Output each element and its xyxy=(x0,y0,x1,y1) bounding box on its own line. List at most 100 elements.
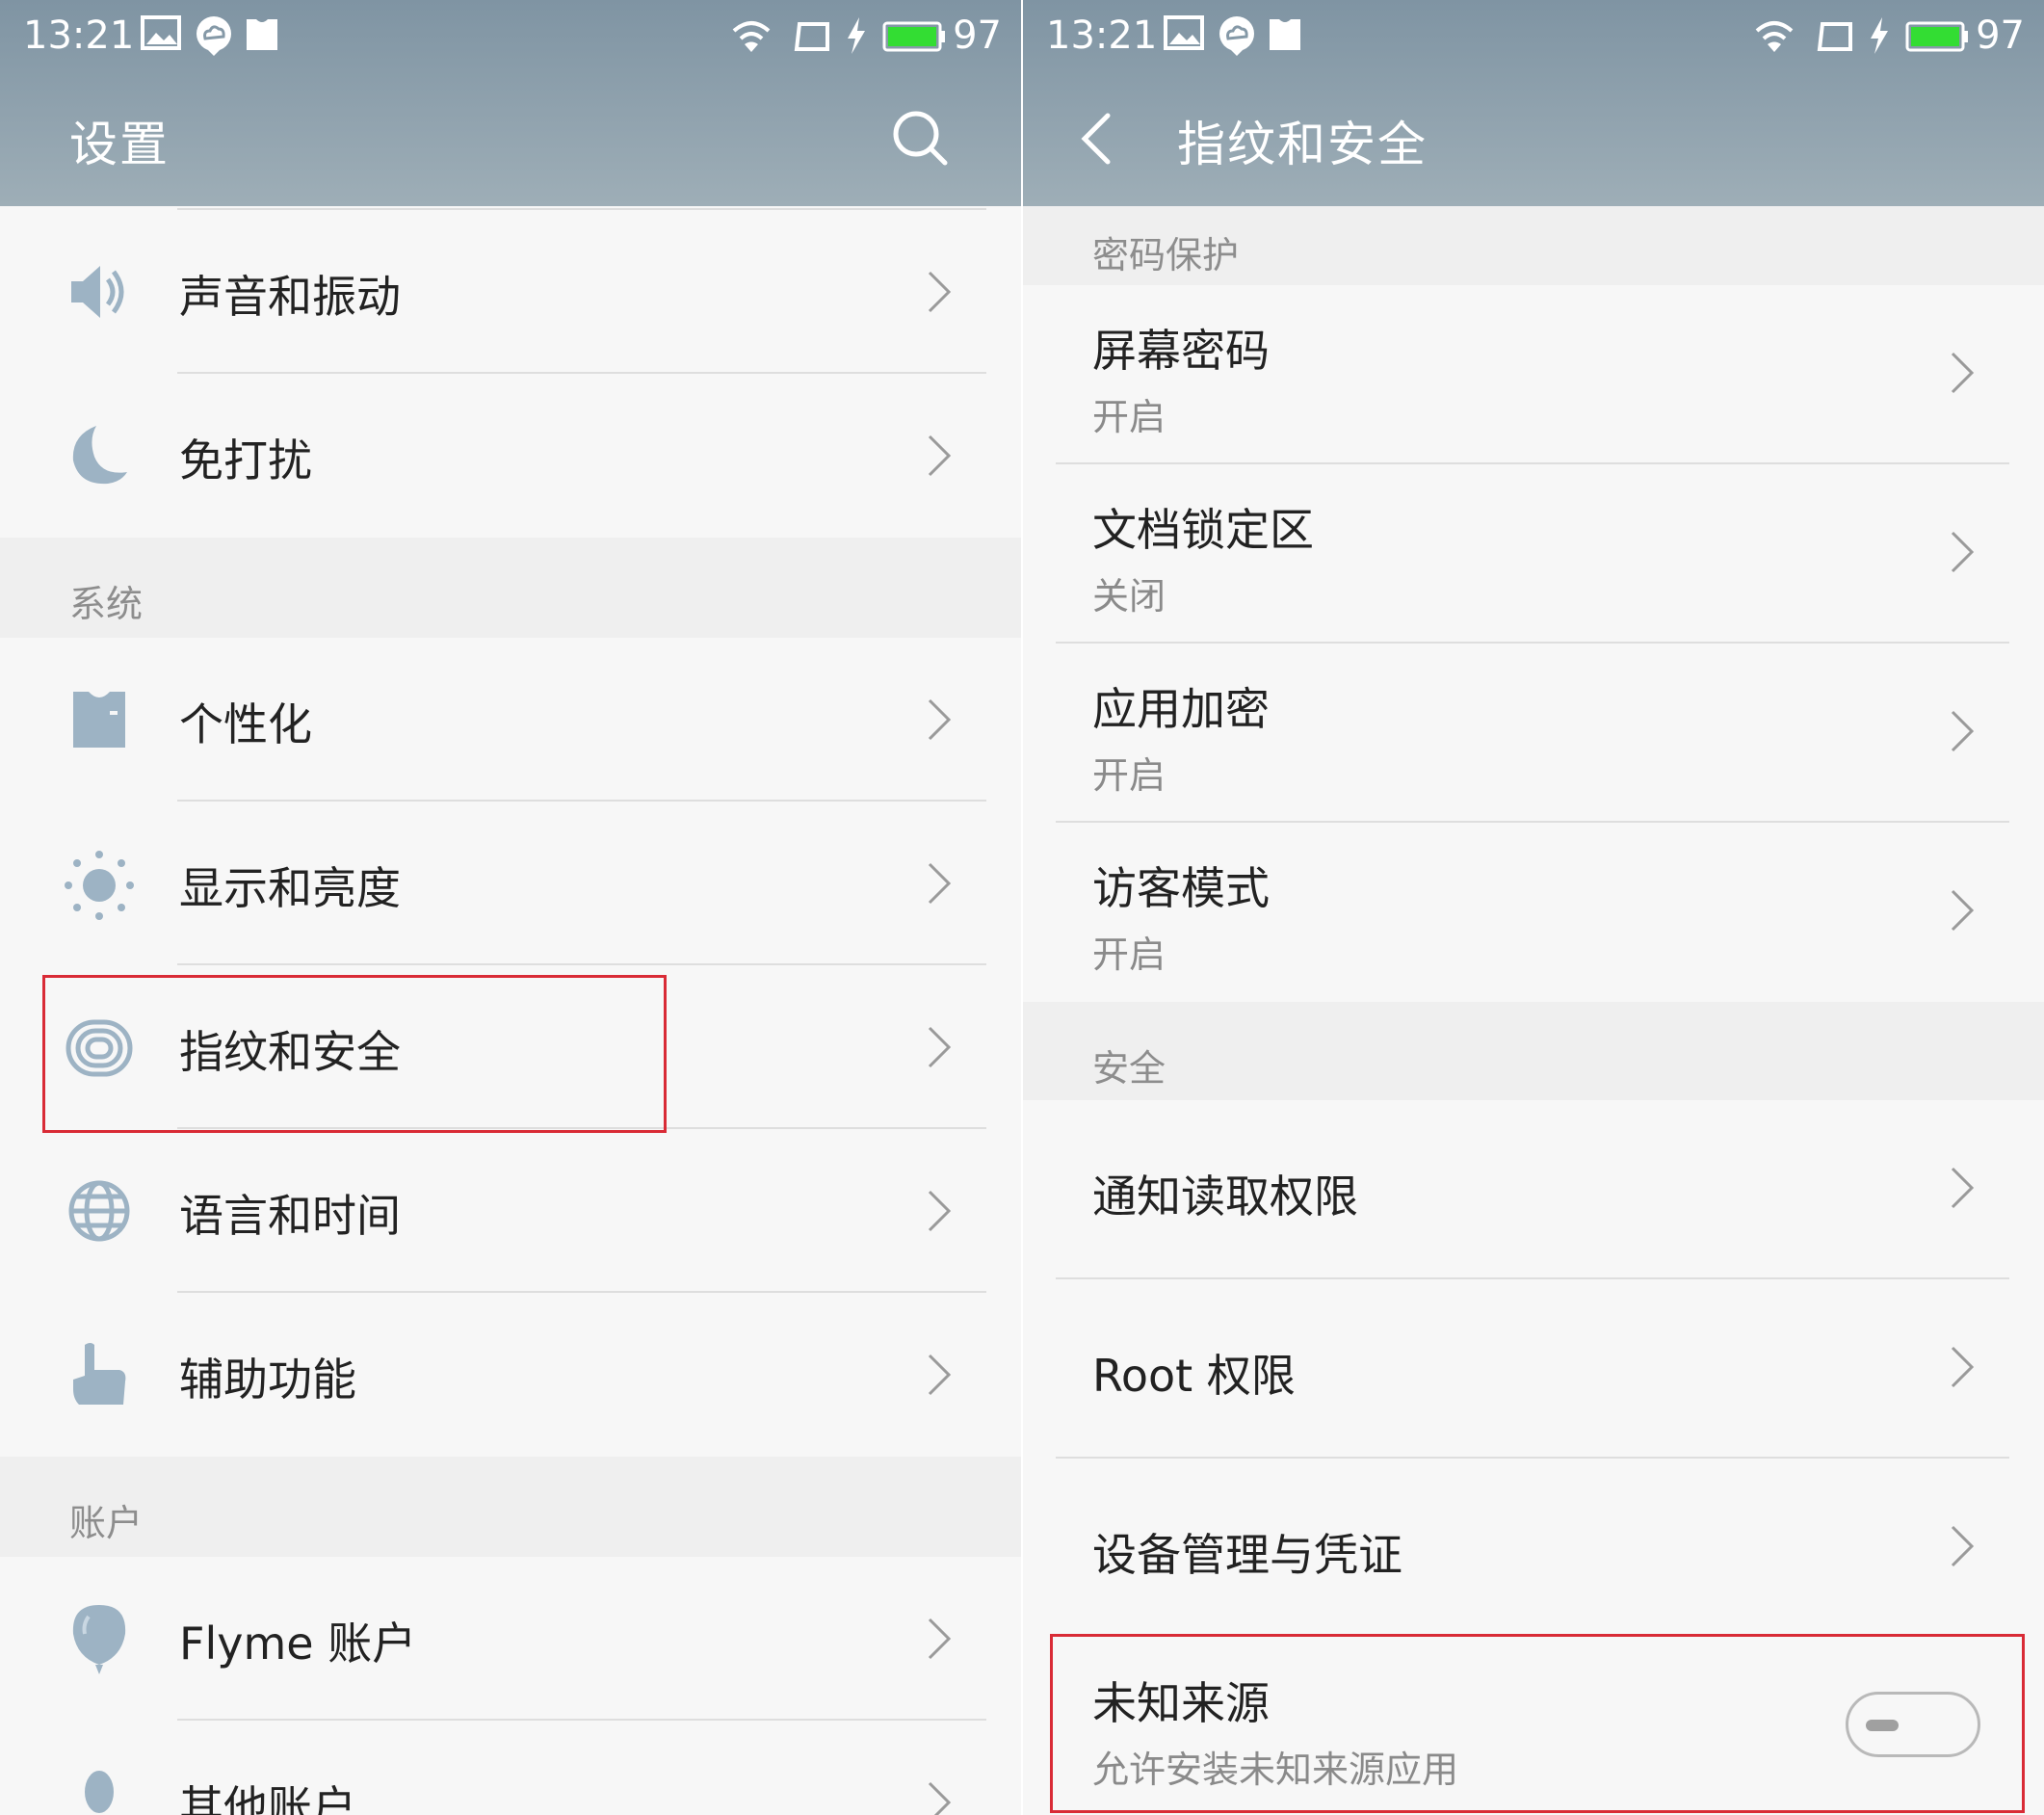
item-label: Flyme 账户 xyxy=(179,1618,417,1670)
battery-level: 97 xyxy=(953,13,1002,58)
chevron-right-icon xyxy=(1951,889,1975,932)
chevron-right-icon xyxy=(928,1190,952,1232)
item-label: 文档锁定区 xyxy=(1092,504,1314,556)
settings-item-other-accounts[interactable]: 其他账户 xyxy=(0,1721,1021,1815)
charging-icon xyxy=(848,17,865,54)
chevron-right-icon xyxy=(928,698,952,741)
wifi-icon xyxy=(1755,21,1794,52)
chevron-right-icon xyxy=(928,1781,952,1815)
item-label: Root 权限 xyxy=(1092,1350,1296,1402)
account-icon xyxy=(85,1771,114,1813)
back-arrow-icon[interactable] xyxy=(1079,112,1112,166)
settings-item-device-admin[interactable]: 设备管理与凭证 xyxy=(1023,1459,2044,1638)
settings-item-sound[interactable]: 声音和振动 xyxy=(0,210,1021,374)
section-header-password-protection: 密码保护 xyxy=(1023,206,2044,285)
section-header-account: 账户 xyxy=(0,1457,1021,1557)
section-title: 系统 xyxy=(69,583,144,625)
moon-icon xyxy=(72,426,127,485)
settings-item-unknown-sources[interactable]: 未知来源 允许安装未知来源应用 xyxy=(1023,1638,2044,1815)
settings-item-personalization[interactable]: 个性化 xyxy=(0,638,1021,802)
chevron-right-icon xyxy=(928,1026,952,1068)
settings-item-fingerprint-security[interactable]: 指纹和安全 xyxy=(0,965,1021,1129)
item-description: 允许安装未知来源应用 xyxy=(1092,1749,1459,1791)
fingerprint-icon xyxy=(66,1019,133,1077)
chevron-right-icon xyxy=(928,1618,952,1660)
status-bar: 13:21 97 xyxy=(1023,0,2044,69)
chevron-right-icon xyxy=(928,271,952,313)
chevron-right-icon xyxy=(928,862,952,905)
wifi-icon xyxy=(732,21,771,52)
item-status: 关闭 xyxy=(1092,575,1166,618)
status-bar: 13:21 97 xyxy=(0,0,1021,69)
settings-item-app-encryption[interactable]: 应用加密 开启 xyxy=(1023,644,2044,823)
section-title: 密码保护 xyxy=(1092,234,1240,276)
settings-item-display[interactable]: 显示和亮度 xyxy=(0,802,1021,965)
chevron-right-icon xyxy=(1951,1525,1975,1567)
settings-item-accessibility[interactable]: 辅助功能 xyxy=(0,1293,1021,1457)
unknown-sources-toggle[interactable] xyxy=(1846,1692,1980,1757)
chevron-right-icon xyxy=(928,434,952,477)
shirt-notification-icon xyxy=(247,19,277,50)
chevron-right-icon xyxy=(1951,531,1975,573)
battery-level: 97 xyxy=(1976,13,2025,58)
shirt-icon xyxy=(73,692,125,748)
battery-icon xyxy=(882,21,945,52)
item-label: 设备管理与凭证 xyxy=(1092,1529,1402,1581)
chevron-right-icon xyxy=(1951,352,1975,394)
settings-item-guest-mode[interactable]: 访客模式 开启 xyxy=(1023,823,2044,1002)
status-time: 13:21 xyxy=(23,13,135,58)
balloon-icon xyxy=(72,1605,126,1674)
item-label: 个性化 xyxy=(179,698,312,750)
screen-rotate-icon xyxy=(794,22,829,51)
settings-item-flyme-account[interactable]: Flyme 账户 xyxy=(0,1557,1021,1721)
cloud-notification-icon xyxy=(1219,16,1254,56)
settings-screen: 13:21 97 设置 声音和振动 免打扰 系统 个性化 显示和亮度 指纹和安全… xyxy=(0,0,1021,1815)
item-label: 屏幕密码 xyxy=(1092,325,1270,377)
gallery-icon xyxy=(141,15,181,50)
battery-icon xyxy=(1905,21,1968,52)
item-label: 语言和时间 xyxy=(179,1190,401,1242)
section-header-system: 系统 xyxy=(0,538,1021,638)
item-label: 显示和亮度 xyxy=(179,862,401,914)
item-label: 声音和振动 xyxy=(179,271,401,323)
charging-icon xyxy=(1871,17,1888,54)
item-label: 指纹和安全 xyxy=(179,1026,401,1078)
screen-rotate-icon xyxy=(1817,22,1852,51)
section-title: 安全 xyxy=(1092,1047,1166,1090)
settings-item-language-time[interactable]: 语言和时间 xyxy=(0,1129,1021,1293)
item-label: 免打扰 xyxy=(179,434,312,487)
top-bar: 13:21 xyxy=(1023,0,2044,206)
item-label: 应用加密 xyxy=(1092,683,1270,735)
item-status: 开启 xyxy=(1092,754,1166,797)
search-icon[interactable] xyxy=(892,110,948,166)
section-header-security: 安全 xyxy=(1023,1002,2044,1100)
item-label: 其他账户 xyxy=(179,1781,356,1815)
status-time: 13:21 xyxy=(1046,13,1158,58)
chevron-right-icon xyxy=(1951,710,1975,752)
shirt-notification-icon xyxy=(1270,19,1300,50)
cloud-notification-icon xyxy=(197,16,231,56)
chevron-right-icon xyxy=(928,1354,952,1396)
page-title: 设置 xyxy=(69,117,170,172)
page-title: 指纹和安全 xyxy=(1177,117,1428,172)
settings-item-document-lock[interactable]: 文档锁定区 关闭 xyxy=(1023,464,2044,644)
fingerprint-security-screen: 13:21 97 指纹和安全 密码保护 屏幕密码 开启 文档锁定区 关闭 应用加… xyxy=(1023,0,2044,1815)
speaker-icon xyxy=(71,266,124,318)
section-title: 账户 xyxy=(69,1502,144,1544)
chevron-right-icon xyxy=(1951,1167,1975,1209)
item-label: 通知读取权限 xyxy=(1092,1171,1358,1223)
hand-pointer-icon xyxy=(73,1343,126,1405)
sun-icon xyxy=(65,851,134,920)
item-label: 未知来源 xyxy=(1092,1677,1270,1729)
chevron-right-icon xyxy=(1951,1346,1975,1388)
item-label: 访客模式 xyxy=(1092,862,1270,914)
toggle-knob xyxy=(1866,1720,1899,1731)
settings-item-dnd[interactable]: 免打扰 xyxy=(0,374,1021,538)
top-bar: 13:21 xyxy=(0,0,1021,206)
item-status: 开启 xyxy=(1092,934,1166,976)
settings-item-screen-password[interactable]: 屏幕密码 开启 xyxy=(1023,285,2044,464)
settings-item-root-permission[interactable]: Root 权限 xyxy=(1023,1279,2044,1459)
item-label: 辅助功能 xyxy=(179,1354,356,1406)
settings-item-notification-access[interactable]: 通知读取权限 xyxy=(1023,1100,2044,1279)
item-status: 开启 xyxy=(1092,396,1166,438)
